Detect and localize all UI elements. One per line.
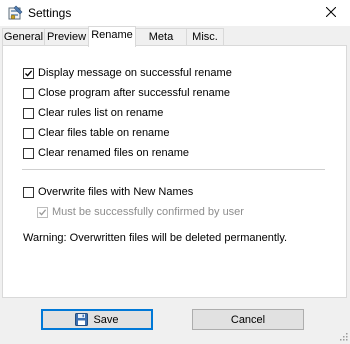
tab-strip: General Preview Rename Meta Tags Misc.	[0, 26, 350, 59]
cancel-button-label: Cancel	[230, 313, 266, 326]
tab-preview[interactable]: Preview	[44, 28, 89, 45]
confirm-checkbox	[37, 206, 48, 218]
clear-files-table-checkbox[interactable]	[23, 127, 34, 139]
separator	[22, 169, 325, 170]
title-bar: Settings	[0, 0, 350, 26]
clear-renamed-label: Clear renamed files on rename	[38, 147, 190, 159]
tab-rename[interactable]: Rename	[88, 26, 136, 47]
close-program-checkbox[interactable]	[23, 87, 34, 99]
settings-app-icon	[7, 5, 23, 21]
close-icon	[325, 6, 337, 20]
resize-grip-icon[interactable]	[338, 331, 348, 341]
clear-files-table-label: Clear files table on rename	[38, 127, 170, 139]
rename-settings-panel	[2, 45, 347, 298]
close-button[interactable]	[312, 0, 350, 26]
clear-rules-checkbox[interactable]	[23, 107, 34, 119]
save-button-label: Save	[93, 313, 119, 326]
tab-misc[interactable]: Misc.	[186, 28, 224, 45]
window-title: Settings	[28, 6, 72, 20]
clear-files-table-option[interactable]: Clear files table on rename	[23, 126, 169, 140]
confirm-option: Must be successfully confirmed by user	[37, 205, 244, 219]
clear-rules-label: Clear rules list on rename	[38, 107, 164, 119]
cancel-button[interactable]: Cancel	[192, 309, 304, 330]
close-program-label: Close program after successful rename	[38, 87, 230, 99]
overwrite-checkbox[interactable]	[23, 186, 34, 198]
clear-rules-option[interactable]: Clear rules list on rename	[23, 106, 163, 120]
floppy-disk-icon	[75, 313, 89, 326]
tab-general[interactable]: General	[2, 28, 45, 45]
display-message-label: Display message on successful rename	[38, 67, 232, 79]
tab-meta-tags[interactable]: Meta Tags	[135, 28, 187, 59]
close-program-option[interactable]: Close program after successful rename	[23, 86, 230, 100]
confirm-label: Must be successfully confirmed by user	[52, 206, 244, 218]
warning-text: Warning: Overwritten files will be delet…	[23, 232, 288, 244]
overwrite-option[interactable]: Overwrite files with New Names	[23, 185, 193, 199]
clear-renamed-option[interactable]: Clear renamed files on rename	[23, 146, 189, 160]
clear-renamed-checkbox[interactable]	[23, 147, 34, 159]
save-button[interactable]: Save	[41, 309, 153, 330]
overwrite-label: Overwrite files with New Names	[38, 186, 194, 198]
display-message-option[interactable]: Display message on successful rename	[23, 66, 232, 80]
display-message-checkbox[interactable]	[23, 67, 34, 79]
